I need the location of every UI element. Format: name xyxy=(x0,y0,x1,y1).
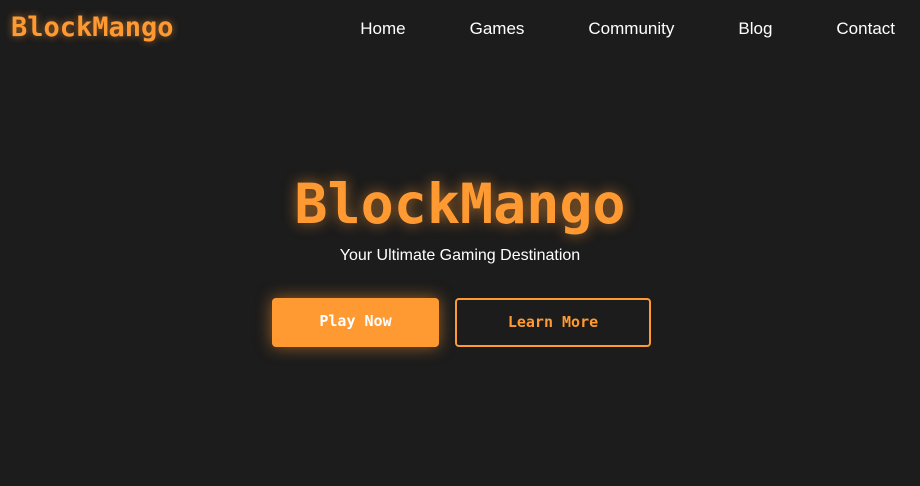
nav-link-community[interactable]: Community xyxy=(588,19,674,39)
nav-link-blog[interactable]: Blog xyxy=(738,19,772,39)
hero-subtitle: Your Ultimate Gaming Destination xyxy=(339,247,581,264)
site-logo[interactable]: BlockMango xyxy=(11,10,174,46)
nav-link-games[interactable]: Games xyxy=(470,19,525,39)
learn-more-button[interactable]: Learn More xyxy=(455,298,651,347)
nav-link-home[interactable]: Home xyxy=(360,19,405,39)
hero-title: BlockMango xyxy=(294,172,626,236)
hero-section: BlockMango Your Ultimate Gaming Destinat… xyxy=(0,170,920,266)
play-now-button[interactable]: Play Now xyxy=(272,298,439,347)
hero-buttons: Play Now Learn More xyxy=(272,298,651,347)
navbar: BlockMango Home Games Community Blog Con… xyxy=(0,0,920,60)
nav-links: Home Games Community Blog Contact xyxy=(360,19,895,39)
nav-link-contact[interactable]: Contact xyxy=(836,19,895,39)
